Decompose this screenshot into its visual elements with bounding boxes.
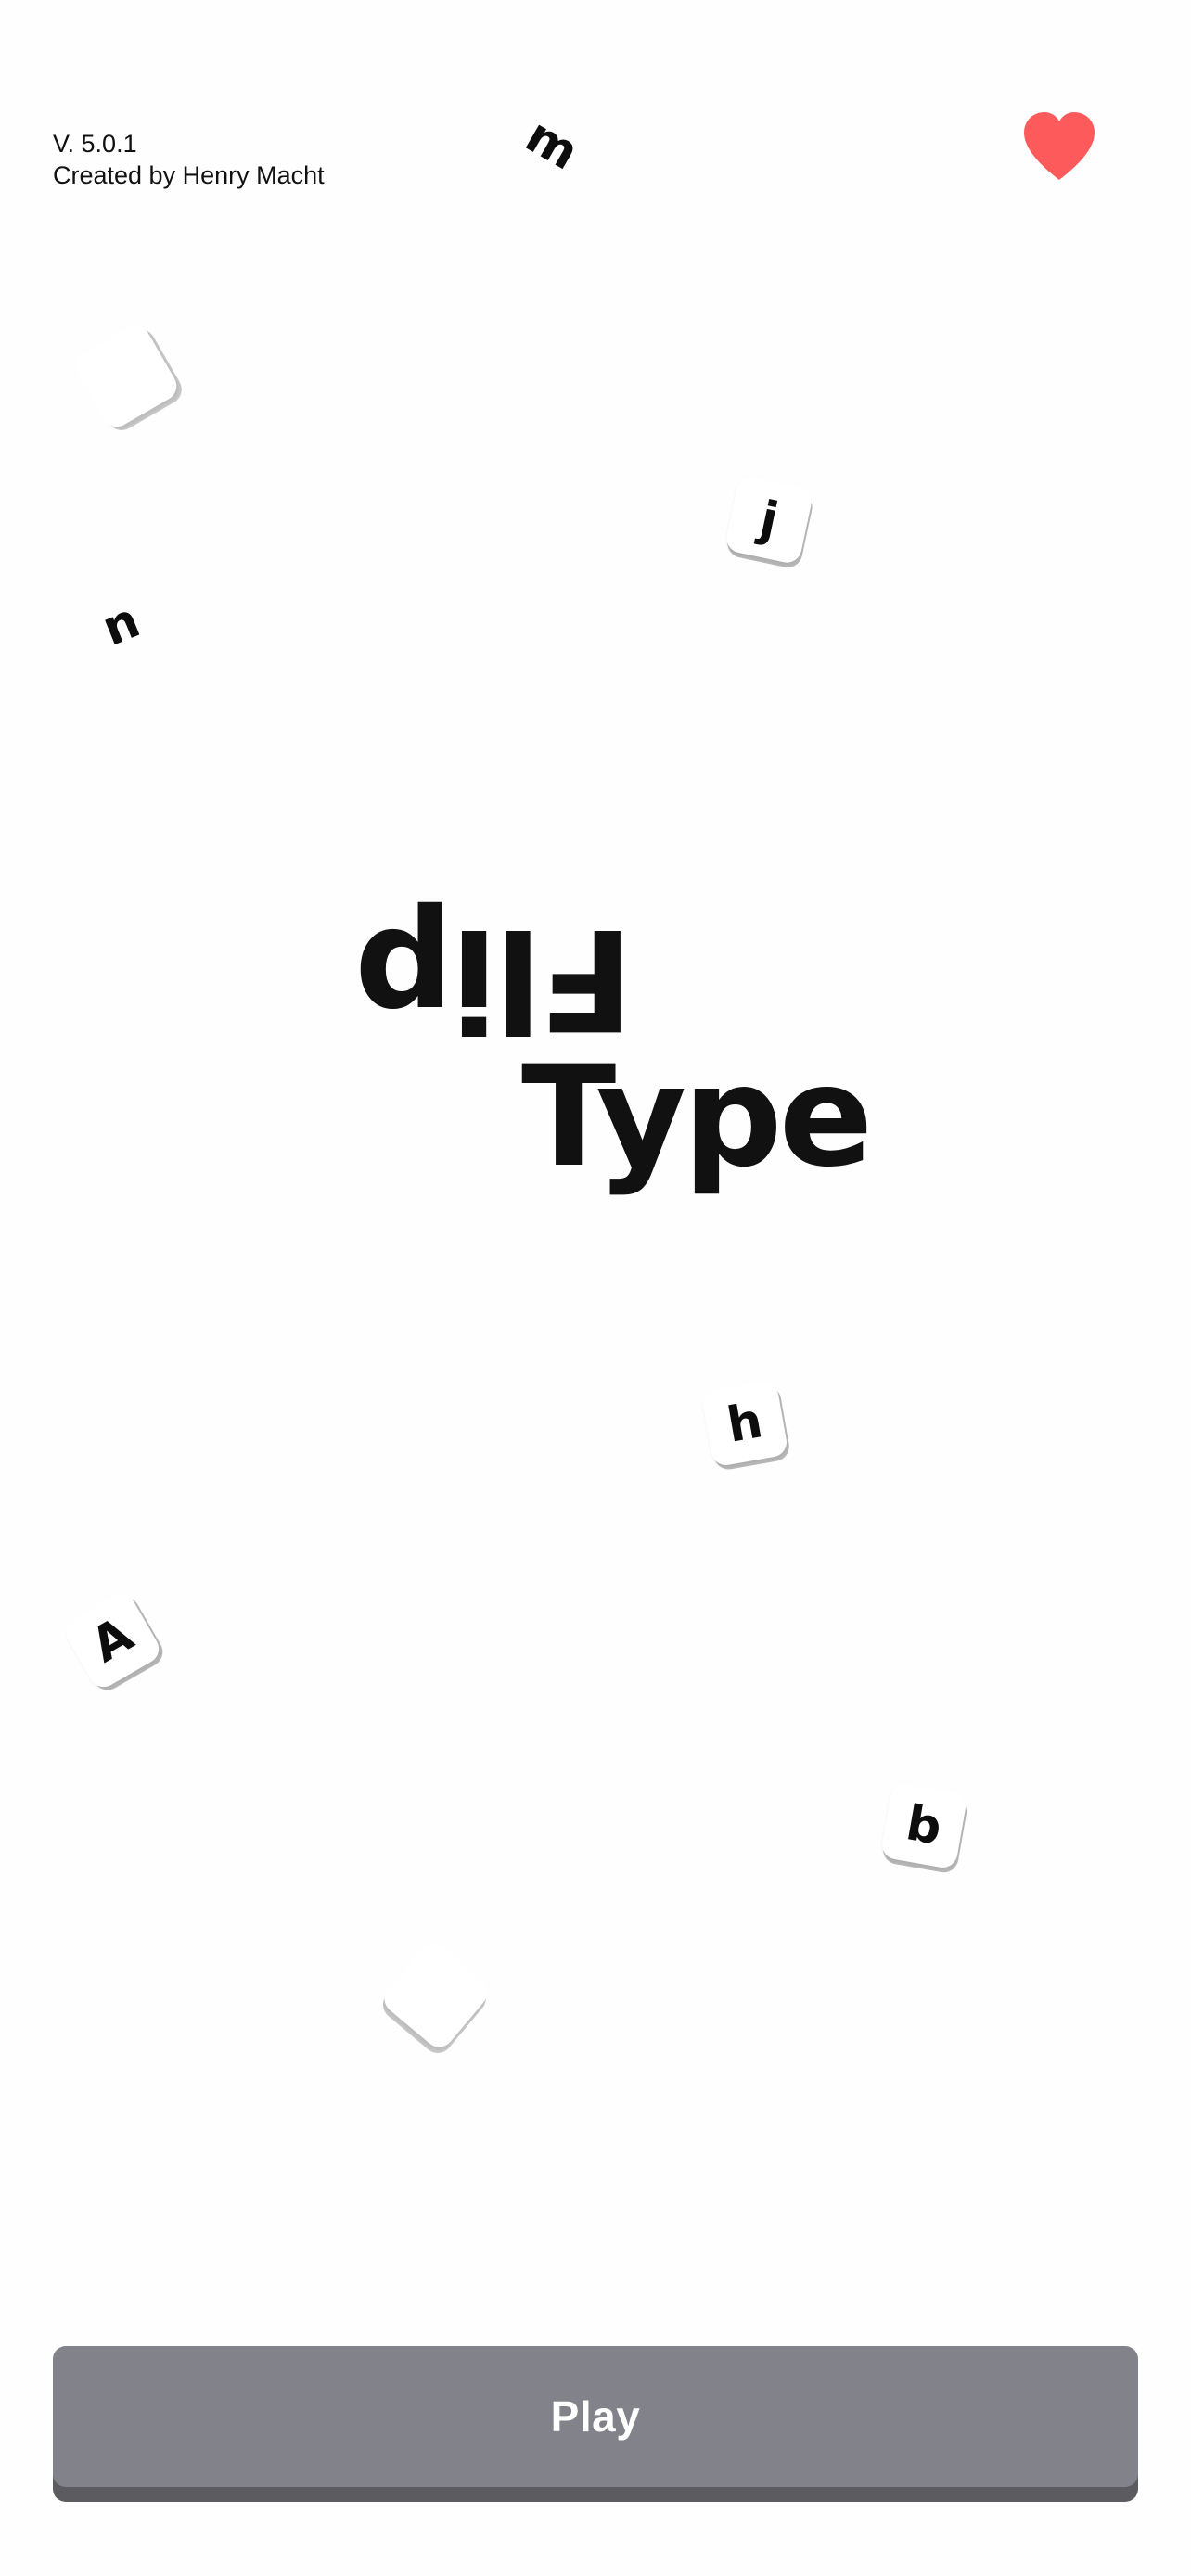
floating-tile-j: j xyxy=(724,475,814,566)
version-label: V. 5.0.1 xyxy=(53,130,137,158)
credit-label: Created by Henry Macht xyxy=(53,161,325,189)
floating-letter-m: m xyxy=(516,108,588,182)
floating-tile-h: h xyxy=(700,1379,789,1468)
floating-letter-n: n xyxy=(95,593,147,657)
floating-blank-tile xyxy=(70,320,183,433)
logo-flip-word: Flip xyxy=(358,898,634,1059)
floating-tile-a: A xyxy=(59,1588,165,1693)
play-button[interactable]: Play xyxy=(53,2346,1138,2487)
heart-icon[interactable] xyxy=(1020,109,1098,184)
logo-type-word: Type xyxy=(521,1037,873,1198)
floating-blank-tile xyxy=(378,1938,493,2053)
play-button-label: Play xyxy=(550,2392,641,2441)
floating-tile-b: b xyxy=(879,1781,968,1870)
app-info: V. 5.0.1 Created by Henry Macht xyxy=(53,128,325,191)
